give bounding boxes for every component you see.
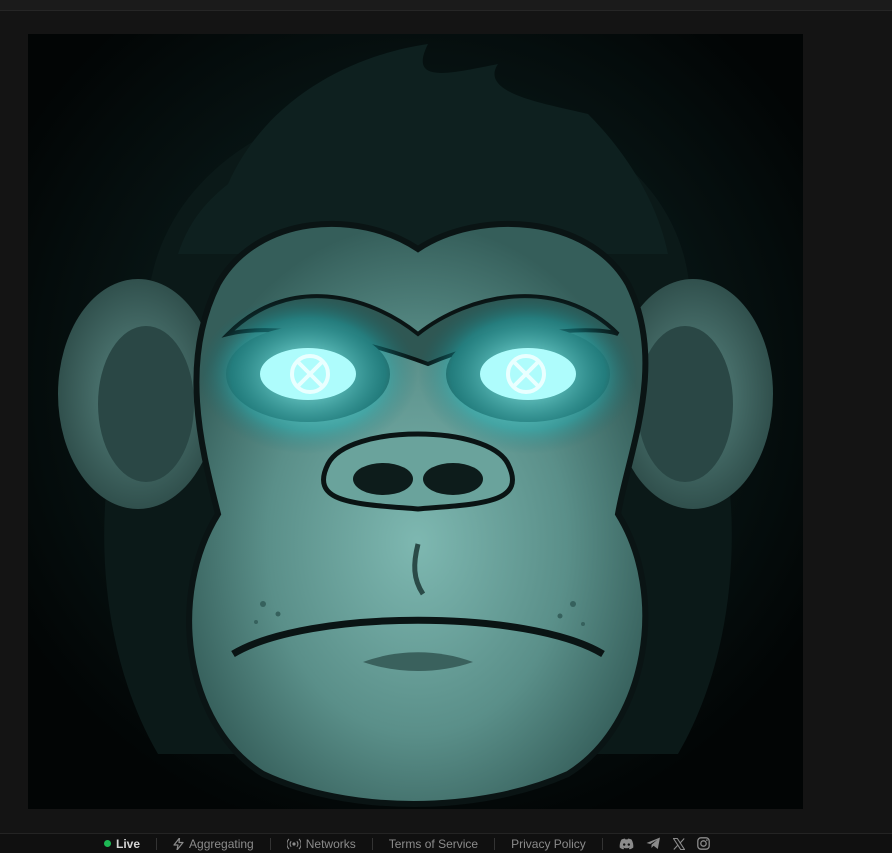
discord-icon[interactable]	[619, 838, 634, 850]
lightning-icon	[173, 837, 184, 850]
aggregating-status: Aggregating	[173, 837, 254, 851]
live-label: Live	[116, 836, 141, 851]
footer-separator	[494, 837, 496, 850]
privacy-link[interactable]: Privacy Policy	[511, 837, 586, 851]
footer-bar: Live Aggregating Networks Terms of Servi…	[0, 833, 892, 853]
telegram-icon[interactable]	[646, 837, 661, 850]
terms-label: Terms of Service	[388, 836, 479, 851]
networks-link[interactable]: Networks	[286, 836, 356, 851]
x-icon[interactable]	[672, 837, 685, 850]
live-status: Live	[104, 837, 140, 851]
footer-separator	[269, 837, 271, 850]
networks-label: Networks	[305, 836, 356, 851]
terms-link[interactable]: Terms of Service	[389, 837, 478, 851]
footer-separator	[371, 837, 373, 850]
top-strip	[0, 0, 892, 11]
footer-separator	[156, 837, 158, 850]
aggregating-label: Aggregating	[189, 836, 254, 851]
privacy-label: Privacy Policy	[511, 836, 586, 851]
footer-separator	[601, 837, 603, 850]
ape-artwork-image	[28, 34, 803, 809]
live-indicator-dot	[104, 840, 111, 847]
broadcast-icon	[286, 838, 301, 850]
page: Live Aggregating Networks Terms of Servi…	[0, 0, 892, 853]
social-links	[619, 837, 710, 850]
instagram-icon[interactable]	[696, 837, 710, 850]
